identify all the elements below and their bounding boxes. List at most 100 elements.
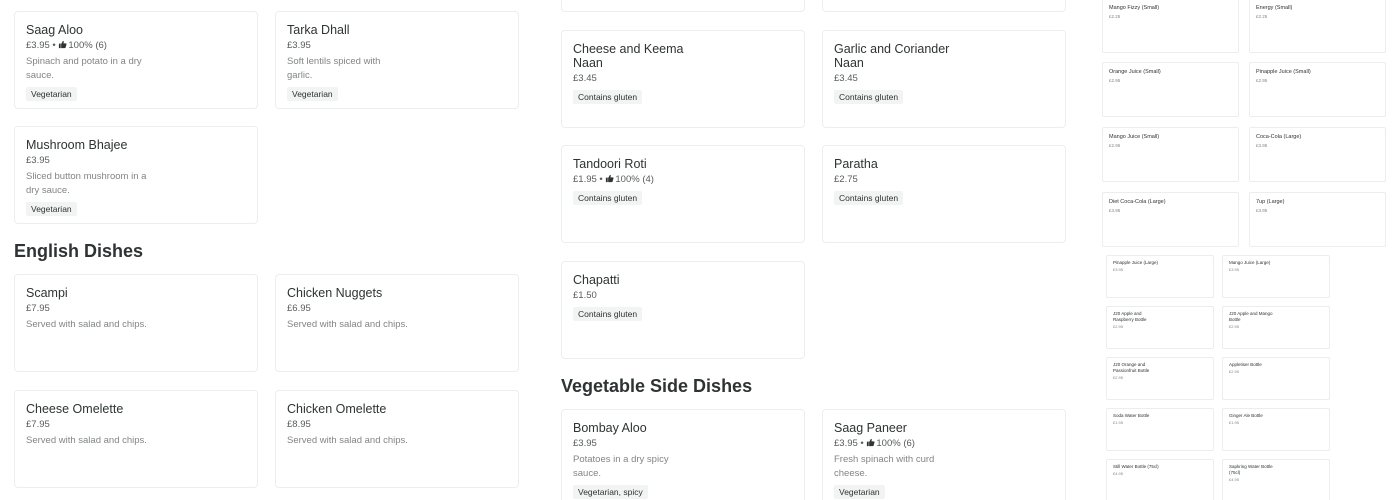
drink-tile[interactable]: Pinapple Juice (Small) £2.95 — [1249, 62, 1386, 117]
menu-item-card[interactable] — [822, 0, 1066, 12]
menu-item-card[interactable]: Saag Aloo £3.95 • 100% (6) Spinach and p… — [14, 11, 258, 109]
drink-price: £2.95 — [1113, 375, 1124, 380]
menu-item-price: £3.95 — [287, 40, 311, 51]
dietary-tag: Contains gluten — [573, 90, 643, 104]
dietary-tag: Contains gluten — [573, 191, 643, 205]
menu-item-card[interactable]: Mushroom Bhajee £3.95 Sliced button mush… — [14, 126, 258, 224]
menu-item-description: Served with salad and chips. — [287, 319, 408, 330]
drink-tile[interactable]: Ginger Ale Bottle £1.95 — [1222, 408, 1330, 451]
menu-item-price: £3.45 — [573, 73, 597, 84]
drink-price: £3.95 — [1113, 267, 1124, 272]
menu-item-price: £8.95 — [287, 419, 311, 430]
menu-item-description: Spinach and potato in a dry sauce. — [26, 56, 142, 81]
menu-item-price: £3.95 • 100% (6) — [834, 438, 915, 449]
rating-text: 100% (6) — [876, 438, 915, 449]
dietary-tag: Contains gluten — [573, 307, 643, 321]
drink-price: £1.95 — [1229, 420, 1240, 425]
menu-item-card[interactable]: Garlic and Coriander Naan £3.45 Contains… — [822, 30, 1066, 128]
menu-item-name: Cheese and Keema Naan — [573, 42, 684, 70]
menu-item-price: £2.75 — [834, 174, 858, 185]
drink-tile[interactable]: Soda Water Bottle £1.95 — [1106, 408, 1214, 451]
drink-name: Energy (Small) — [1256, 5, 1293, 11]
menu-item-name: Bombay Aloo — [573, 421, 647, 435]
rating-text: 100% (4) — [615, 174, 654, 185]
dietary-tag: Vegetarian, spicy — [573, 485, 648, 499]
drink-tile[interactable]: 7up (Large) £3.95 — [1249, 192, 1386, 247]
menu-item-card[interactable]: Chicken Nuggets £6.95 Served with salad … — [275, 274, 519, 372]
drink-price: £2.25 — [1109, 14, 1121, 19]
drink-price: £2.25 — [1256, 14, 1268, 19]
menu-item-name: Chapatti — [573, 273, 620, 287]
menu-item-description: Served with salad and chips. — [287, 435, 408, 446]
menu-item-name: Tandoori Roti — [573, 157, 647, 171]
drink-tile[interactable]: Sapkring Water Bottle (75cl) £4.95 — [1222, 459, 1330, 500]
menu-item-name: Tarka Dhall — [287, 23, 350, 37]
menu-item-name: Saag Paneer — [834, 421, 907, 435]
menu-item-price: £7.95 — [26, 419, 50, 430]
drink-name: Soda Water Bottle — [1113, 413, 1150, 418]
menu-item-card[interactable]: Tarka Dhall £3.95 Soft lentils spiced wi… — [275, 11, 519, 109]
menu-item-card[interactable]: Cheese and Keema Naan £3.45 Contains glu… — [561, 30, 805, 128]
menu-item-card[interactable]: Tandoori Roti £1.95 • 100% (4) Contains … — [561, 145, 805, 243]
dietary-tag: Vegetarian — [287, 87, 338, 101]
menu-item-name: Chicken Omelette — [287, 402, 387, 416]
drink-tile[interactable]: Still Water Bottle (75cl) £4.95 — [1106, 459, 1214, 500]
drink-price: £3.95 — [1256, 143, 1268, 148]
dietary-tag: Vegetarian — [834, 485, 885, 499]
drink-tile[interactable]: Diet Coca-Cola (Large) £3.95 — [1102, 192, 1239, 247]
drink-price: £2.95 — [1113, 324, 1124, 329]
drink-price: £3.95 — [1109, 208, 1121, 213]
menu-item-name: Chicken Nuggets — [287, 286, 383, 300]
menu-item-price: £3.95 — [573, 438, 597, 449]
drink-name: J20 Apple and Mango Bottle — [1229, 311, 1273, 322]
thumbs-up-icon — [867, 438, 875, 447]
drink-price: £3.95 — [1229, 267, 1240, 272]
menu-item-card[interactable]: Chapatti £1.50 Contains gluten — [561, 261, 805, 359]
drink-tile[interactable]: Pinapple Juice (Large) £3.95 — [1106, 255, 1214, 298]
drink-tile[interactable]: Coca-Cola (Large) £3.95 — [1249, 127, 1386, 182]
drink-price: £4.95 — [1113, 471, 1124, 476]
drink-tile[interactable]: J20 Apple and Raspberry Bottle £2.95 — [1106, 306, 1214, 349]
menu-item-card[interactable]: Scampi £7.95 Served with salad and chips… — [14, 274, 258, 372]
menu-item-description: Served with salad and chips. — [26, 319, 147, 330]
menu-item-price: £7.95 — [26, 303, 50, 314]
menu-item-price: £6.95 — [287, 303, 311, 314]
drink-price: £2.95 — [1229, 324, 1240, 329]
menu-item-price: £3.45 — [834, 73, 858, 84]
drink-name: Sapkring Water Bottle (75cl) — [1229, 464, 1273, 475]
drink-price: £4.95 — [1229, 477, 1240, 482]
menu-item-description: Fresh spinach with curd cheese. — [834, 454, 935, 479]
drink-name: Mango Juice (Small) — [1109, 134, 1160, 140]
menu-item-name: Garlic and Coriander Naan — [834, 42, 950, 70]
drink-tile[interactable]: J20 Orange and Passionfruit Bottle £2.95 — [1106, 357, 1214, 400]
drink-tile[interactable]: Mango Fizzy (Small) £2.25 — [1102, 0, 1239, 53]
menu-item-card[interactable]: Bombay Aloo £3.95 Potatoes in a dry spic… — [561, 409, 805, 500]
drink-tile[interactable]: Energy (Small) £2.25 — [1249, 0, 1386, 53]
menu-item-price: £3.95 — [26, 155, 50, 166]
menu-item-card[interactable]: Paratha £2.75 Contains gluten — [822, 145, 1066, 243]
drink-name: Orange Juice (Small) — [1109, 69, 1161, 75]
drink-name: Appletiser Bottle — [1229, 362, 1262, 367]
menu-item-description: Sliced button mushroom in a dry sauce. — [26, 171, 147, 196]
menu-item-description: Potatoes in a dry spicy sauce. — [573, 454, 669, 479]
drink-tile[interactable]: J20 Apple and Mango Bottle £2.95 — [1222, 306, 1330, 349]
drink-name: 7up (Large) — [1256, 199, 1285, 205]
drink-tile[interactable]: Orange Juice (Small) £2.95 — [1102, 62, 1239, 117]
drink-tile[interactable]: Mango Juice (Small) £2.95 — [1102, 127, 1239, 182]
menu-item-price: £3.95 • 100% (6) — [26, 40, 107, 51]
menu-item-card[interactable] — [561, 0, 805, 12]
rating-text: 100% (6) — [68, 40, 107, 51]
menu-item-description: Served with salad and chips. — [26, 435, 147, 446]
section-title-english-dishes: English Dishes — [14, 241, 144, 261]
menu-item-card[interactable]: Cheese Omelette £7.95 Served with salad … — [14, 390, 258, 488]
drink-name: J20 Orange and Passionfruit Bottle — [1113, 362, 1150, 373]
menu-item-name: Saag Aloo — [26, 23, 83, 37]
menu-item-name: Mushroom Bhajee — [26, 138, 128, 152]
menu-item-card[interactable]: Saag Paneer £3.95 • 100% (6) Fresh spina… — [822, 409, 1066, 500]
drink-name: Pinapple Juice (Small) — [1256, 69, 1311, 75]
drink-tile[interactable]: Mango Juice (Large) £3.95 — [1222, 255, 1330, 298]
drink-name: Still Water Bottle (75cl) — [1113, 464, 1159, 469]
drink-name: Diet Coca-Cola (Large) — [1109, 199, 1166, 205]
drink-tile[interactable]: Appletiser Bottle £2.95 — [1222, 357, 1330, 400]
menu-item-card[interactable]: Chicken Omelette £8.95 Served with salad… — [275, 390, 519, 488]
